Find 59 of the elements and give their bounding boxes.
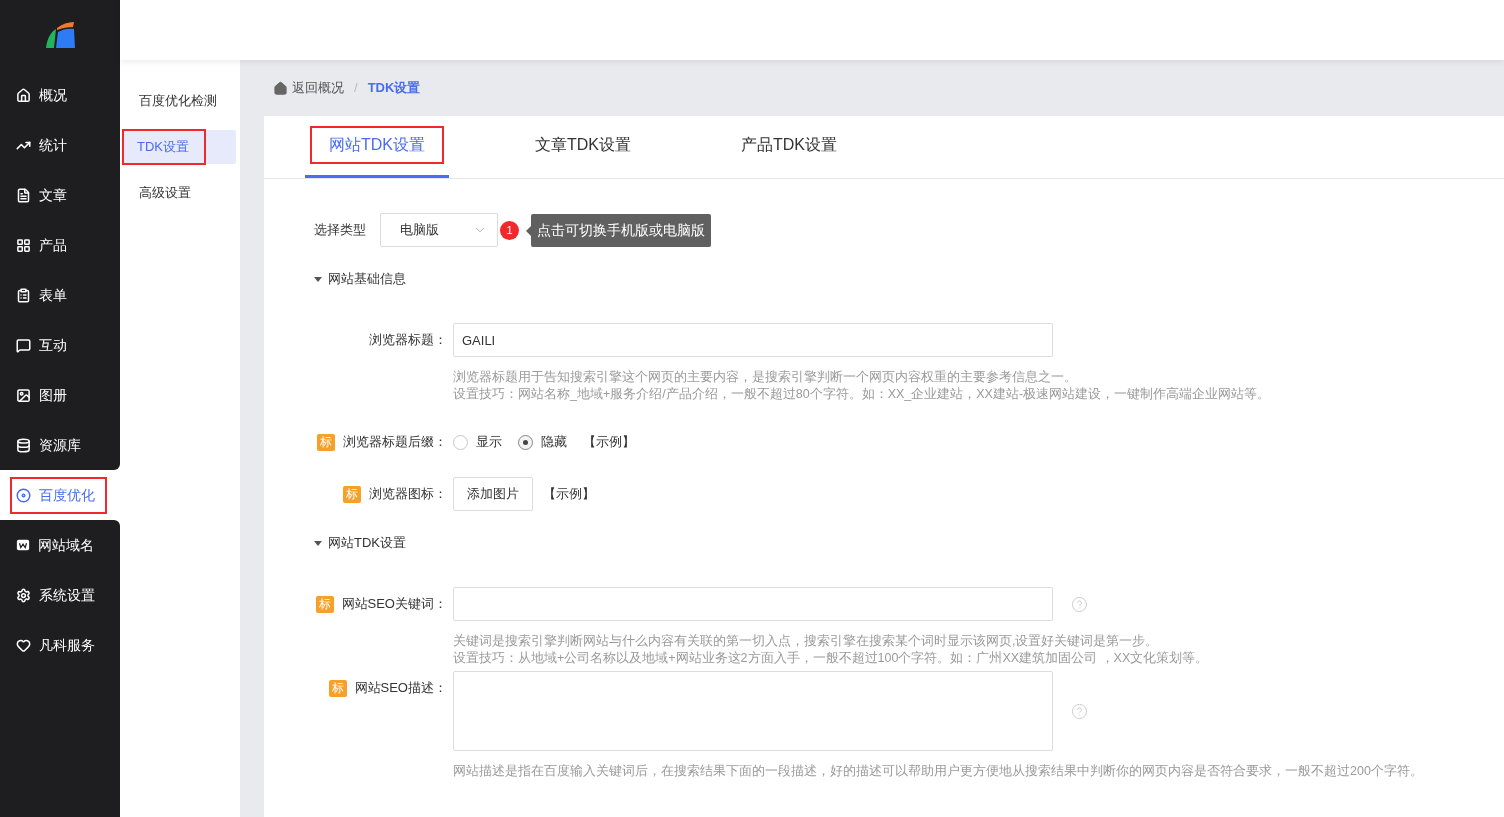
field-label: 浏览器标题后缀： [343,433,447,452]
radio-button[interactable] [453,434,468,450]
home-icon [273,80,288,96]
image-icon [16,387,31,403]
nav-item[interactable]: 百度优化 [10,476,107,514]
chat-icon [16,337,31,353]
step-badge: 1 [500,220,519,240]
type-select[interactable]: 电脑版 [380,213,498,247]
grid-icon [16,237,31,253]
clipboard-icon [16,287,31,303]
home-icon [16,87,31,103]
heart-icon [16,637,31,653]
tag-badge: 标 [315,595,334,613]
nav-item[interactable]: 互动 [10,326,107,364]
nav-item[interactable]: 概况 [10,76,107,114]
type-label: 选择类型 [314,221,366,240]
radio-button[interactable] [518,434,533,450]
tab[interactable]: 文章TDK设置 [511,115,655,178]
section-header[interactable]: 网站TDK设置 [314,533,1504,553]
nav-item[interactable]: 网站域名 [10,526,107,564]
tag-badge: 标 [343,485,361,503]
nav-item[interactable]: 产品 [10,226,107,264]
database-icon [16,437,31,453]
help-icon[interactable] [1071,595,1088,613]
breadcrumb-separator: / [354,79,358,98]
submenu-item[interactable]: TDK设置 [122,129,206,165]
submenu-item[interactable]: 高级设置 [124,175,206,211]
back-link[interactable]: 返回概况 [273,78,344,98]
add-image-button[interactable]: 添加图片 [453,477,533,511]
tooltip-arrow [526,225,531,236]
settings-icon [16,587,31,603]
field-label: 浏览器图标： [369,485,447,504]
submenu-item[interactable]: 百度优化检测 [124,83,232,119]
nav-item[interactable]: 图册 [10,376,107,414]
radio-label[interactable]: 隐藏 [541,432,567,452]
nav-item[interactable]: 系统设置 [10,576,107,614]
nav-item[interactable]: 统计 [10,126,107,164]
text-field[interactable] [453,587,1053,621]
field-label: 浏览器标题： [369,331,447,350]
text-field[interactable]: GAILI [453,323,1053,357]
document-icon [16,187,31,203]
tab[interactable]: 产品TDK设置 [717,115,861,178]
description-field[interactable] [453,671,1053,751]
tag-badge: 标 [317,433,335,451]
nav-item[interactable]: 凡科服务 [10,626,107,664]
field-label: 网站SEO关键词： [341,595,447,614]
example-link[interactable]: 【示例】 [583,432,635,452]
example-link[interactable]: 【示例】 [543,484,595,504]
tag-badge: 标 [328,679,347,697]
nav-item[interactable]: 表单 [10,276,107,314]
field-label: 网站SEO描述： [354,679,447,698]
radio-label[interactable]: 显示 [476,432,502,452]
nav-item[interactable]: 文章 [10,176,107,214]
target-icon [16,487,31,503]
breadcrumb-current: TDK设置 [367,79,421,98]
help-icon[interactable] [1071,702,1088,720]
web-icon [16,538,30,552]
section-header[interactable]: 网站基础信息 [314,269,1504,289]
nav-item[interactable]: 资源库 [10,426,107,464]
